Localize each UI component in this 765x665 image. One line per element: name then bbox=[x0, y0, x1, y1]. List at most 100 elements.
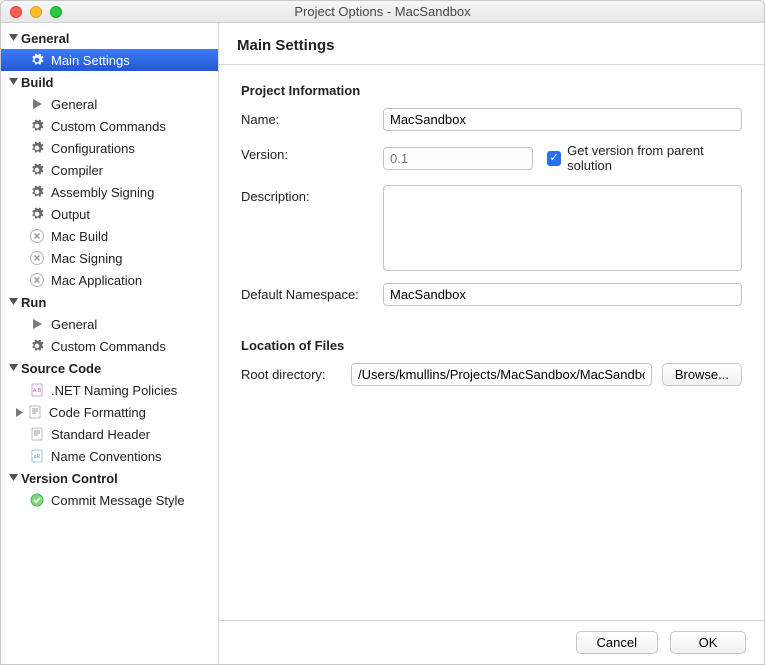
button-bar: Cancel OK bbox=[219, 620, 764, 664]
gear-icon bbox=[29, 140, 45, 156]
sidebar-item-label: Name Conventions bbox=[51, 449, 162, 464]
check-circle-icon bbox=[29, 492, 45, 508]
browse-button[interactable]: Browse... bbox=[662, 363, 742, 386]
sidebar-item-mac-signing[interactable]: Mac Signing bbox=[1, 247, 218, 269]
sidebar-item-label: .NET Naming Policies bbox=[51, 383, 177, 398]
window-controls bbox=[10, 6, 62, 18]
sidebar-item-label: Assembly Signing bbox=[51, 185, 154, 200]
sidebar-item-run-custom-commands[interactable]: Custom Commands bbox=[1, 335, 218, 357]
sidebar-item-output[interactable]: Output bbox=[1, 203, 218, 225]
default-namespace-input[interactable] bbox=[383, 283, 742, 306]
sidebar-item-name-conventions[interactable]: aR Name Conventions bbox=[1, 445, 218, 467]
gear-icon bbox=[29, 162, 45, 178]
document-icon: A.B bbox=[29, 382, 45, 398]
sidebar-item-label: Mac Signing bbox=[51, 251, 123, 266]
sidebar-section-run[interactable]: Run bbox=[1, 291, 218, 313]
panel: Main Settings Project Information Name: … bbox=[219, 23, 764, 664]
titlebar: Project Options - MacSandbox bbox=[1, 1, 764, 23]
sidebar-item-label: Code Formatting bbox=[49, 405, 146, 420]
sidebar-item-label: Commit Message Style bbox=[51, 493, 185, 508]
sidebar-item-mac-build[interactable]: Mac Build bbox=[1, 225, 218, 247]
sidebar-item-commit-message-style[interactable]: Commit Message Style bbox=[1, 489, 218, 511]
disclosure-triangle-icon[interactable] bbox=[7, 472, 19, 484]
disclosure-triangle-icon[interactable] bbox=[7, 296, 19, 308]
window: Project Options - MacSandbox General bbox=[0, 0, 765, 665]
close-icon[interactable] bbox=[10, 6, 22, 18]
version-input bbox=[383, 147, 533, 170]
play-icon bbox=[29, 96, 45, 112]
sidebar-item-mac-application[interactable]: Mac Application bbox=[1, 269, 218, 291]
default-namespace-label: Default Namespace: bbox=[241, 283, 371, 302]
name-label: Name: bbox=[241, 108, 371, 127]
gear-icon bbox=[29, 206, 45, 222]
sidebar-item-assembly-signing[interactable]: Assembly Signing bbox=[1, 181, 218, 203]
description-textarea[interactable] bbox=[383, 185, 742, 271]
document-icon: aR bbox=[29, 448, 45, 464]
sidebar-item-custom-commands[interactable]: Custom Commands bbox=[1, 115, 218, 137]
sidebar-item-label: General bbox=[51, 317, 97, 332]
gear-icon bbox=[29, 338, 45, 354]
sidebar-item-configurations[interactable]: Configurations bbox=[1, 137, 218, 159]
sidebar-item-build-general[interactable]: General bbox=[1, 93, 218, 115]
x-icon bbox=[29, 250, 45, 266]
sidebar-item-label: Output bbox=[51, 207, 90, 222]
sidebar-item-label: Mac Application bbox=[51, 273, 142, 288]
sidebar-section-label: Source Code bbox=[21, 361, 101, 376]
root-directory-label: Root directory: bbox=[241, 367, 341, 382]
sidebar-item-label: Configurations bbox=[51, 141, 135, 156]
play-icon bbox=[29, 316, 45, 332]
x-icon bbox=[29, 228, 45, 244]
checkmark-icon: ✓ bbox=[547, 151, 561, 166]
description-label: Description: bbox=[241, 185, 371, 204]
sidebar-item-label: General bbox=[51, 97, 97, 112]
sidebar-section-label: Run bbox=[21, 295, 46, 310]
sidebar-section-general[interactable]: General bbox=[1, 27, 218, 49]
ok-button[interactable]: OK bbox=[670, 631, 746, 654]
zoom-icon[interactable] bbox=[50, 6, 62, 18]
sidebar-section-label: Build bbox=[21, 75, 54, 90]
sidebar: General Main Settings bbox=[1, 23, 219, 664]
sidebar-section-label: Version Control bbox=[21, 471, 118, 486]
document-icon bbox=[29, 426, 45, 442]
sidebar-item-compiler[interactable]: Compiler bbox=[1, 159, 218, 181]
gear-icon bbox=[29, 118, 45, 134]
section-location-title: Location of Files bbox=[241, 338, 742, 353]
sidebar-section-label: General bbox=[21, 31, 69, 46]
sidebar-section-source-code[interactable]: Source Code bbox=[1, 357, 218, 379]
sidebar-section-build[interactable]: Build bbox=[1, 71, 218, 93]
sidebar-item-standard-header[interactable]: Standard Header bbox=[1, 423, 218, 445]
window-title: Project Options - MacSandbox bbox=[294, 4, 470, 19]
document-icon bbox=[27, 404, 43, 420]
version-from-parent-checkbox[interactable]: ✓ Get version from parent solution bbox=[547, 143, 742, 173]
cancel-button[interactable]: Cancel bbox=[576, 631, 658, 654]
name-input[interactable] bbox=[383, 108, 742, 131]
svg-text:aR: aR bbox=[34, 454, 41, 460]
sidebar-item-label: Standard Header bbox=[51, 427, 150, 442]
gear-icon bbox=[29, 52, 45, 68]
sidebar-item-code-formatting[interactable]: Code Formatting bbox=[1, 401, 218, 423]
sidebar-item-label: Custom Commands bbox=[51, 339, 166, 354]
minimize-icon[interactable] bbox=[30, 6, 42, 18]
sidebar-item-main-settings[interactable]: Main Settings bbox=[1, 49, 218, 71]
sidebar-item-net-naming-policies[interactable]: A.B .NET Naming Policies bbox=[1, 379, 218, 401]
panel-title: Main Settings bbox=[237, 37, 746, 54]
sidebar-item-label: Main Settings bbox=[51, 53, 130, 68]
x-icon bbox=[29, 272, 45, 288]
disclosure-triangle-icon[interactable] bbox=[13, 406, 25, 418]
disclosure-triangle-icon[interactable] bbox=[7, 76, 19, 88]
sidebar-item-label: Mac Build bbox=[51, 229, 108, 244]
sidebar-section-version-control[interactable]: Version Control bbox=[1, 467, 218, 489]
svg-text:A.B: A.B bbox=[33, 388, 42, 394]
sidebar-item-label: Custom Commands bbox=[51, 119, 166, 134]
root-directory-input[interactable] bbox=[351, 363, 652, 386]
sidebar-item-label: Compiler bbox=[51, 163, 103, 178]
disclosure-triangle-icon[interactable] bbox=[7, 362, 19, 374]
disclosure-triangle-icon[interactable] bbox=[7, 32, 19, 44]
panel-header: Main Settings bbox=[219, 23, 764, 65]
version-from-parent-label: Get version from parent solution bbox=[567, 143, 742, 173]
panel-body: Project Information Name: Version: ✓ Get… bbox=[219, 65, 764, 620]
version-label: Version: bbox=[241, 143, 371, 162]
gear-icon bbox=[29, 184, 45, 200]
section-project-info-title: Project Information bbox=[241, 83, 742, 98]
sidebar-item-run-general[interactable]: General bbox=[1, 313, 218, 335]
